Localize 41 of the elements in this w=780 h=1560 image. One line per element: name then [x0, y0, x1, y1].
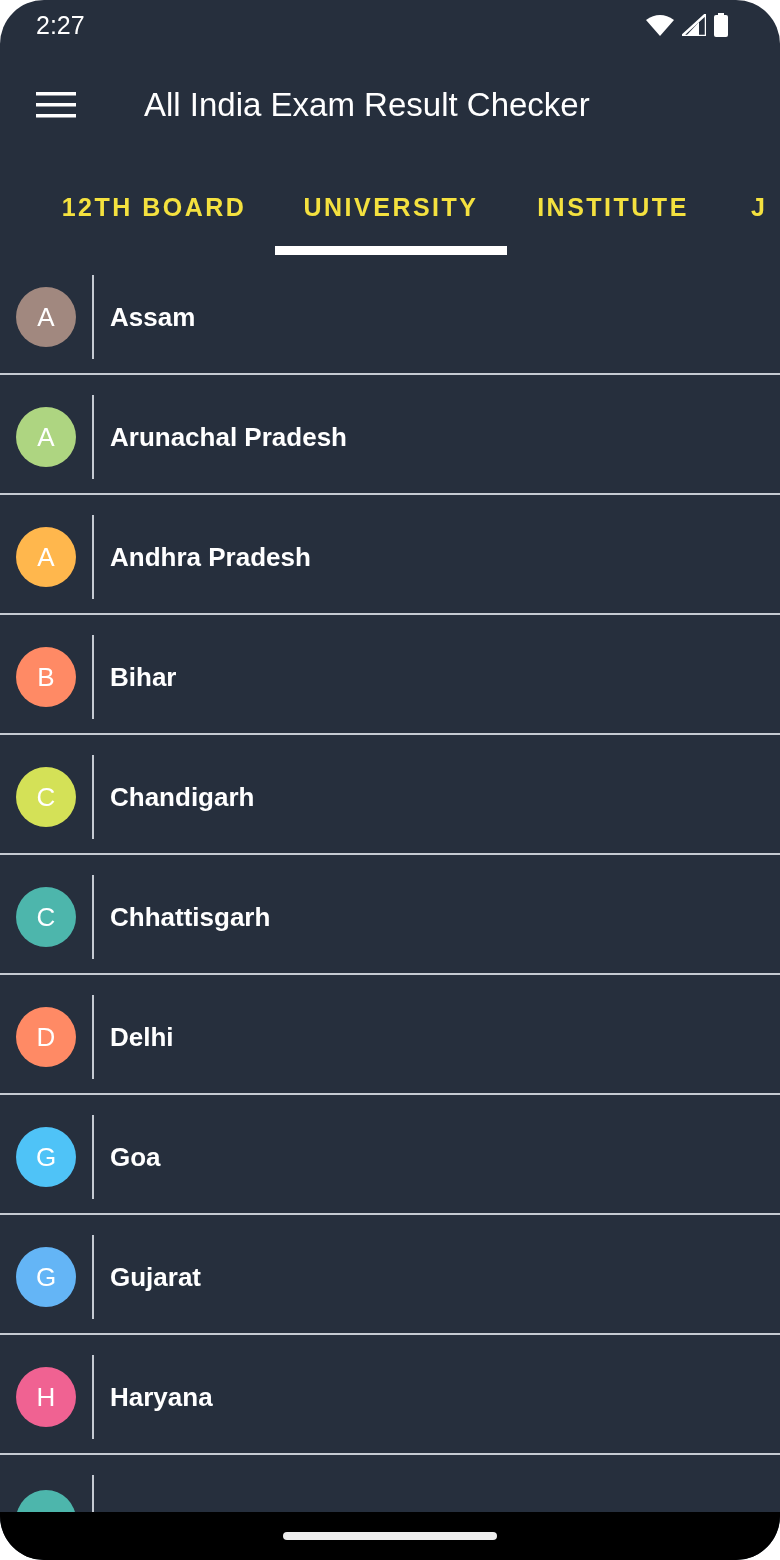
menu-icon[interactable] [36, 92, 76, 118]
list-item[interactable]: A Arunachal Pradesh [0, 375, 780, 495]
state-name: Delhi [110, 1021, 174, 1053]
state-name: Bihar [110, 661, 177, 693]
list-item[interactable]: B Bihar [0, 615, 780, 735]
state-name: Chhattisgarh [110, 901, 271, 933]
letter-avatar: A [16, 527, 76, 587]
app-title: All India Exam Result Checker [144, 86, 590, 124]
wifi-icon [646, 14, 674, 36]
list-item[interactable]: G Goa [0, 1095, 780, 1215]
list-item[interactable]: A Assam [0, 255, 780, 375]
letter-avatar: A [16, 287, 76, 347]
state-name: Gujarat [110, 1261, 202, 1293]
letter-avatar: C [16, 767, 76, 827]
letter-avatar: B [16, 647, 76, 707]
tab[interactable]: 12TH BOARD [33, 160, 275, 255]
letter-avatar: C [16, 887, 76, 947]
state-name: Arunachal Pradesh [110, 421, 347, 453]
letter-avatar: G [16, 1127, 76, 1187]
state-name: Assam [110, 301, 196, 333]
signal-icon [682, 14, 706, 36]
list-item[interactable]: C Chhattisgarh [0, 855, 780, 975]
tab[interactable]: UNIVERSITY [275, 160, 507, 255]
state-name: Haryana [110, 1381, 213, 1413]
list-item[interactable]: C Chandigarh [0, 735, 780, 855]
tab[interactable]: INSTITUTE [507, 160, 719, 255]
letter-avatar: A [16, 407, 76, 467]
letter-avatar: G [16, 1247, 76, 1307]
home-handle[interactable] [283, 1532, 497, 1540]
letter-avatar: D [16, 1007, 76, 1067]
list-item[interactable]: H Haryana [0, 1335, 780, 1455]
letter-avatar: H [16, 1367, 76, 1427]
list-item[interactable]: D Delhi [0, 975, 780, 1095]
list-item[interactable]: G Gujarat [0, 1215, 780, 1335]
state-name: Andhra Pradesh [110, 541, 311, 573]
battery-icon [714, 13, 728, 37]
tab[interactable]: J [719, 160, 779, 255]
list-item[interactable]: A Andhra Pradesh [0, 495, 780, 615]
state-name: Chandigarh [110, 781, 255, 813]
state-name: Goa [110, 1141, 161, 1173]
status-time: 2:27 [36, 10, 85, 40]
